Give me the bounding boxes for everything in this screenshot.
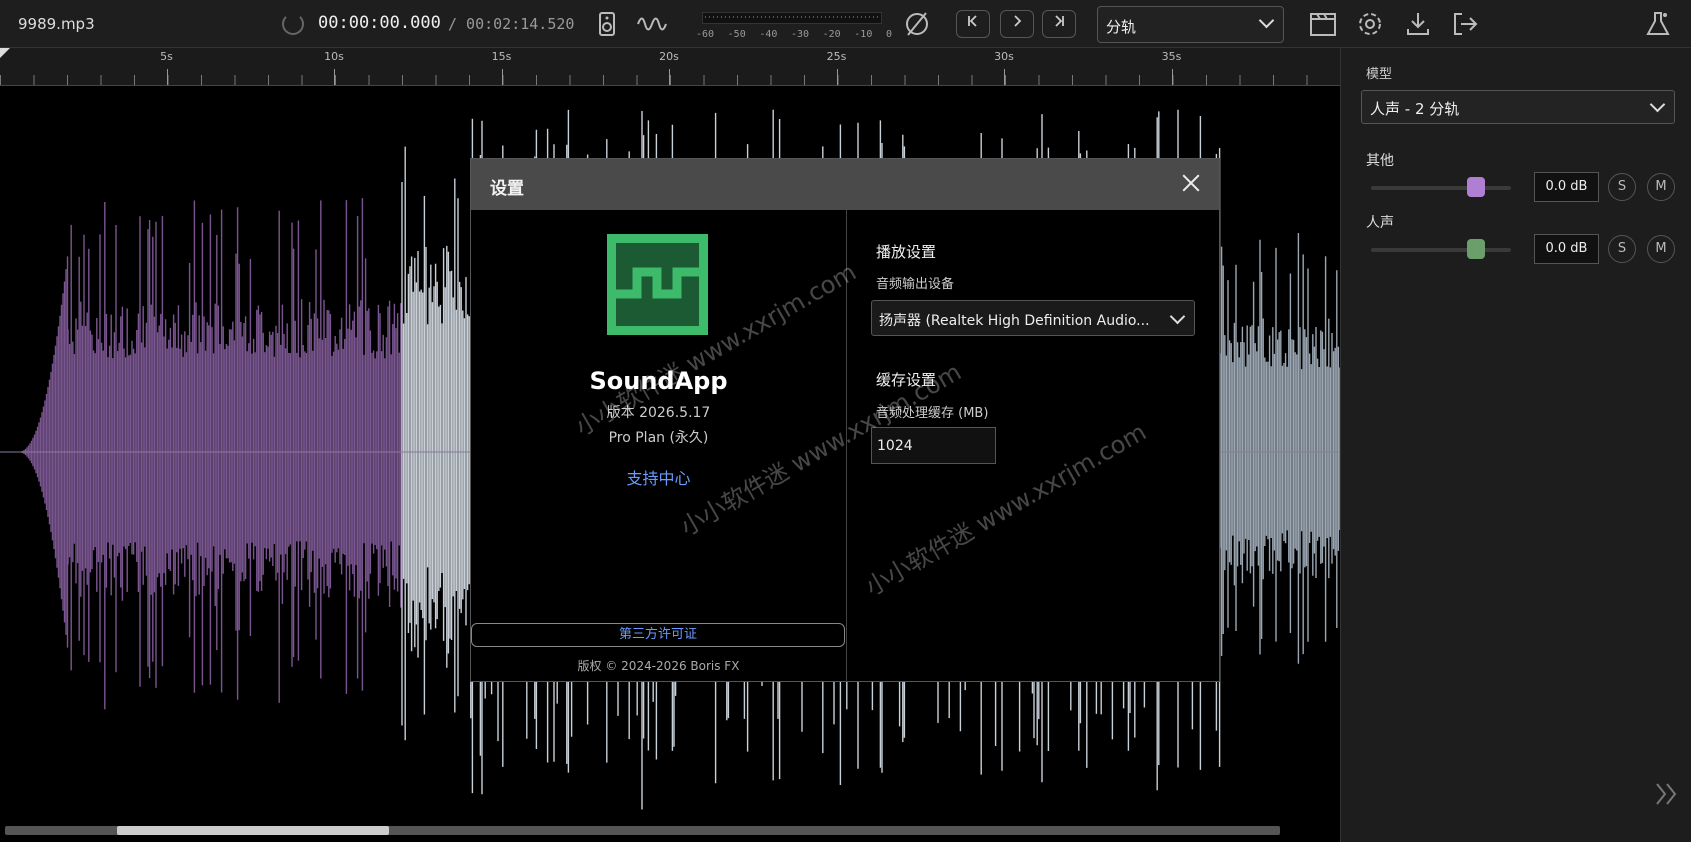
- waveform-icon[interactable]: [636, 9, 667, 39]
- close-icon[interactable]: [1177, 169, 1205, 197]
- ruler-major-tick: [1171, 69, 1173, 85]
- model-select[interactable]: 人声 - 2 分轨: [1361, 90, 1675, 124]
- clapper-icon[interactable]: [1308, 9, 1338, 39]
- speaker-icon[interactable]: [592, 9, 622, 39]
- skip-to-end-button[interactable]: [1042, 10, 1076, 38]
- cache-size-label: 音频处理缓存 (MB): [876, 406, 989, 421]
- download-icon[interactable]: [1403, 9, 1433, 39]
- phase-invert-icon[interactable]: [902, 9, 932, 39]
- ruler-major-tick: [1004, 69, 1005, 85]
- output-device-select[interactable]: 扬声器 (Realtek High Definition Audio...: [871, 300, 1195, 336]
- mute-button-vocal[interactable]: M: [1647, 235, 1675, 263]
- slider-knob[interactable]: [1467, 177, 1485, 197]
- solo-button-other[interactable]: S: [1608, 173, 1636, 201]
- gear-icon[interactable]: [1355, 9, 1385, 39]
- track-name-other: 其他: [1366, 153, 1394, 169]
- app-logo: [607, 234, 708, 335]
- dialog-divider: [846, 210, 847, 682]
- chevron-down-icon: [1170, 311, 1184, 325]
- expand-panel-icon[interactable]: [1653, 780, 1681, 815]
- scrollbar-thumb[interactable]: [117, 826, 389, 835]
- skip-back-icon: [968, 15, 977, 27]
- ruler-tick-label: 35s: [1161, 50, 1182, 63]
- meter-scale-label: 0: [885, 29, 892, 40]
- copyright-text: 版权 © 2024-2026 Boris FX: [577, 659, 740, 673]
- dialog-title: 设置: [490, 179, 524, 199]
- track-gain-slider-vocal[interactable]: [1371, 239, 1511, 259]
- ruler-tick-label: 10s: [324, 50, 344, 63]
- ruler-major-tick: [166, 69, 168, 85]
- cache-size-input[interactable]: [871, 427, 996, 464]
- export-icon[interactable]: [1450, 9, 1480, 39]
- top-toolbar: 9989.mp3 00:00:00.000 / 00:02:14.520 -60…: [0, 0, 1691, 48]
- meter-scale-label: -10: [854, 29, 873, 40]
- playhead-marker[interactable]: [0, 48, 10, 58]
- meter-scale-label: -60: [696, 29, 715, 40]
- ruler-tick-label: 15s: [491, 50, 512, 63]
- chevron-right-icon: [1014, 15, 1022, 27]
- solo-button-vocal[interactable]: S: [1608, 235, 1636, 263]
- app-version: 版本 2026.5.17: [606, 405, 711, 421]
- level-meter-bar: [702, 12, 882, 24]
- meter-scale-label: -40: [759, 29, 778, 40]
- ruler-major-tick: [669, 69, 670, 85]
- meter-scale-label: -30: [790, 29, 810, 40]
- meter-scale-label: -50: [727, 29, 746, 40]
- play-button[interactable]: [1000, 10, 1034, 38]
- output-device-label: 音频输出设备: [876, 277, 955, 292]
- track-name-vocal: 人声: [1366, 215, 1394, 231]
- output-device-value: 扬声器 (Realtek High Definition Audio...: [879, 313, 1150, 329]
- total-time: / 00:02:14.520: [448, 15, 575, 33]
- skip-to-start-button[interactable]: [956, 10, 990, 38]
- track-gain-value-other[interactable]: 0.0 dB: [1534, 172, 1599, 202]
- ruler-tick-label: 5s: [160, 50, 173, 63]
- ruler-major-tick: [334, 69, 335, 85]
- ruler-tick-label: 30s: [994, 50, 1014, 63]
- skip-forward-icon: [1055, 15, 1064, 27]
- model-select-value: 人声 - 2 分轨: [1370, 100, 1460, 118]
- current-time: 00:00:00.000: [318, 13, 441, 33]
- playback-settings-title: 播放设置: [876, 243, 937, 261]
- mode-select-value: 分轨: [1106, 18, 1137, 36]
- third-party-license-button[interactable]: 第三方许可证: [471, 623, 845, 647]
- ruler-tick-label: 25s: [826, 50, 847, 63]
- mode-select[interactable]: 分轨: [1097, 6, 1284, 43]
- dialog-header: 设置: [471, 159, 1219, 210]
- ruler-major-tick: [836, 69, 838, 85]
- mute-button-other[interactable]: M: [1647, 173, 1675, 201]
- track-gain-slider-other[interactable]: [1371, 177, 1511, 197]
- slider-knob[interactable]: [1467, 239, 1485, 259]
- flask-icon[interactable]: [1643, 9, 1673, 39]
- loading-spinner-icon: [282, 13, 304, 35]
- model-label: 模型: [1366, 67, 1393, 82]
- time-ruler[interactable]: 5s 10s 15s 20s 25s 30s 35s: [0, 48, 1340, 86]
- ruler-major-tick: [501, 69, 503, 85]
- ruler-tick-label: 20s: [659, 50, 679, 63]
- horizontal-scrollbar[interactable]: [5, 826, 1280, 835]
- meter-scale-label: -20: [822, 29, 841, 40]
- settings-dialog: 设置 SoundApp 版本 2026.5.17 Pro Plan (永久) 支…: [470, 158, 1220, 682]
- chevron-down-icon: [1259, 15, 1273, 29]
- level-meter: -60 -50 -40 -30 -20 -10 0: [696, 10, 892, 44]
- support-center-link[interactable]: 支持中心: [471, 465, 846, 489]
- cache-settings-title: 缓存设置: [876, 371, 937, 389]
- ruler-ticks: [0, 75, 1340, 85]
- level-meter-labels: -60 -50 -40 -30 -20 -10 0: [696, 29, 892, 40]
- chevron-down-icon: [1650, 99, 1664, 113]
- track-gain-value-vocal[interactable]: 0.0 dB: [1534, 234, 1599, 264]
- app-name: SoundApp: [589, 367, 728, 395]
- track-panel: 模型 人声 - 2 分轨 其他 0.0 dB S M 人声 0.0 dB S M: [1340, 48, 1691, 842]
- file-name: 9989.mp3: [18, 15, 95, 33]
- app-plan: Pro Plan (永久): [608, 430, 709, 446]
